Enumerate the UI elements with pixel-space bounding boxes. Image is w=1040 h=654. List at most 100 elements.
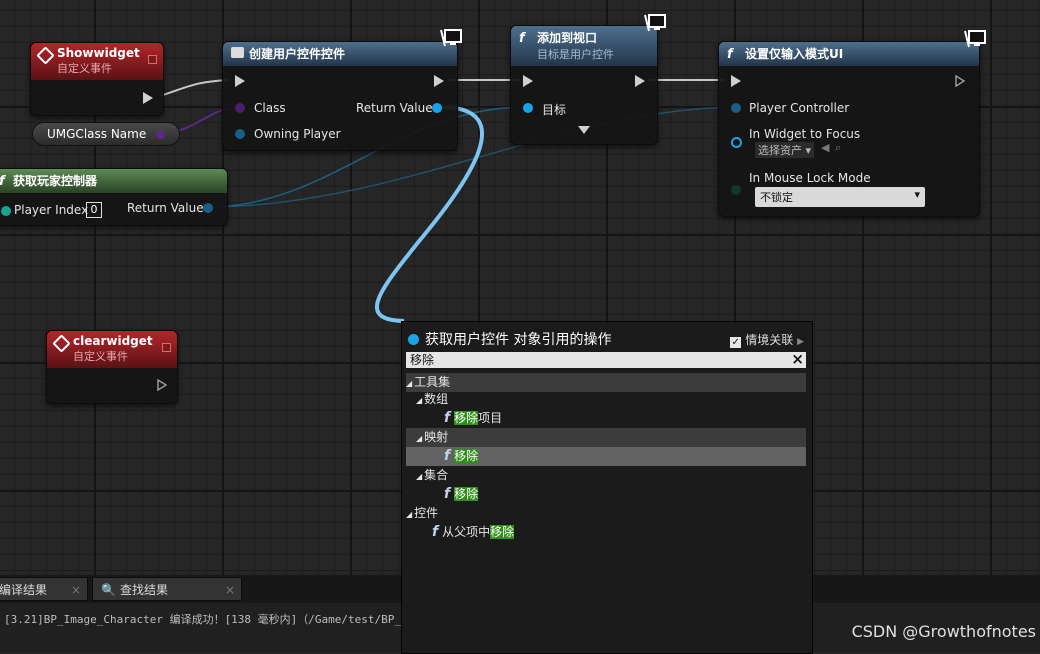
return-value-pin[interactable] (203, 203, 213, 213)
category-label: 映射 (424, 430, 449, 444)
player-controller-pin[interactable] (731, 103, 741, 113)
exec-in-pin[interactable] (731, 75, 741, 87)
browse-arrow-icon[interactable]: ◀ (821, 141, 829, 154)
pin-label-class: Class (254, 101, 286, 115)
tree-category-map[interactable]: ◢ 映射 (406, 428, 806, 447)
function-icon: f (444, 486, 451, 502)
player-index-pin[interactable] (1, 206, 11, 216)
dropdown-value: 不锁定 (760, 191, 793, 204)
tree-item-map-remove[interactable]: f 移除 (406, 447, 806, 466)
node-header: f 添加到视口 目标是用户控件 (511, 26, 657, 66)
showwidget-event-node[interactable]: Showwidget 自定义事件 (30, 42, 164, 116)
target-pin[interactable] (523, 103, 533, 113)
node-header: f 设置仅输入模式UI (719, 42, 979, 66)
collapse-triangle-icon: ◢ (406, 379, 413, 388)
pin-label-return: Return Value (356, 101, 433, 115)
pin-label-owning: Owning Player (254, 127, 341, 141)
widget-icon (231, 47, 244, 58)
get-player-controller-node[interactable]: f 获取玩家控制器 Player Index 0 Return Value (0, 168, 228, 226)
widget-focus-pin[interactable] (731, 137, 742, 148)
player-index-input[interactable]: 0 (86, 202, 102, 218)
exec-out-pin[interactable] (635, 75, 645, 87)
category-label: 集合 (424, 468, 449, 482)
tree-item-array-remove[interactable]: f 移除项目 (406, 409, 806, 428)
match-highlight: 移除 (454, 487, 479, 501)
function-icon: f (727, 47, 733, 62)
tree-item-set-remove[interactable]: f 移除 (406, 485, 806, 504)
item-label: 项目 (478, 411, 503, 425)
category-label: 数组 (424, 392, 449, 406)
umgclass-variable-node[interactable]: UMGClass Name (32, 122, 181, 146)
exec-in-pin[interactable] (235, 75, 245, 87)
mouse-lock-dropdown[interactable]: 不锁定 ▾ (755, 187, 925, 207)
node-subtitle: 自定义事件 (57, 62, 112, 75)
exec-out-pin[interactable] (434, 75, 444, 87)
function-icon: f (444, 410, 451, 426)
node-header: f 获取玩家控制器 (0, 169, 227, 193)
collapse-triangle-icon: ◢ (416, 434, 423, 443)
context-label: 情境关联 (745, 333, 794, 347)
watermark: CSDN @Growthofnotes (851, 622, 1036, 641)
event-diamond-icon (36, 46, 55, 65)
owning-player-pin[interactable] (235, 129, 245, 139)
category-label: 控件 (414, 506, 439, 520)
delegate-pin-icon[interactable] (148, 55, 157, 64)
node-title: 设置仅输入模式UI (745, 47, 844, 61)
tab-find-results[interactable]: 🔍 查找结果 × (92, 577, 242, 601)
menu-title: 获取用户控件 对象引用的操作 (408, 329, 611, 349)
checkbox[interactable]: ✓ (730, 337, 742, 348)
exec-in-pin[interactable] (523, 75, 533, 87)
function-icon: f (519, 31, 525, 46)
tab-compiler-results[interactable]: 编译结果 × (0, 577, 88, 601)
return-value-pin[interactable] (432, 103, 442, 113)
collapse-triangle-icon: ◢ (416, 472, 423, 481)
tab-label: 查找结果 (119, 583, 168, 597)
node-subtitle: 自定义事件 (73, 350, 128, 363)
search-input[interactable]: 移除 × (406, 351, 806, 368)
context-sensitive-toggle[interactable]: ✓ 情境关联 ▶ (730, 331, 804, 348)
asset-picker[interactable]: 选择资产 ▾ (755, 142, 815, 158)
tree-item-remove-from-parent[interactable]: f 从父项中移除 (406, 523, 806, 542)
dropdown-arrow-icon: ▾ (914, 188, 920, 201)
node-subtitle: 目标是用户控件 (537, 48, 614, 61)
clear-search-icon[interactable]: × (791, 351, 804, 367)
tree-category-array[interactable]: ◢ 数组 (406, 390, 806, 409)
mouse-lock-pin[interactable] (731, 185, 741, 195)
chevron-right-icon: ▶ (797, 337, 804, 347)
asset-picker-value: 选择资产 (758, 144, 802, 157)
variable-label: UMGClass Name (47, 127, 147, 141)
exec-out-pin[interactable] (955, 75, 965, 87)
clearwidget-event-node[interactable]: clearwidget 自定义事件 (46, 330, 178, 404)
event-diamond-icon (52, 334, 71, 353)
close-icon[interactable]: × (71, 578, 81, 602)
delegate-pin-icon[interactable] (162, 343, 171, 352)
expand-arrow-icon[interactable] (578, 126, 590, 134)
match-highlight: 移除 (454, 411, 479, 425)
pin-label-return: Return Value (127, 201, 204, 215)
set-input-mode-ui-node[interactable]: f 设置仅输入模式UI Player Controller In Widget … (718, 41, 980, 217)
search-value: 移除 (410, 353, 435, 367)
object-pin-icon (408, 334, 419, 345)
tree-category-widget[interactable]: ◢ 控件 (406, 504, 806, 523)
exec-wire (159, 79, 229, 97)
node-title: 添加到视口 (537, 31, 598, 45)
class-pin[interactable] (235, 103, 245, 113)
function-icon: f (432, 524, 439, 540)
category-label: 工具集 (414, 375, 451, 389)
exec-out-pin[interactable] (157, 379, 167, 391)
pin-label-widget-focus: In Widget to Focus (749, 127, 861, 141)
network-monitor-icon (964, 30, 986, 48)
menu-title-text: 获取用户控件 对象引用的操作 (425, 332, 612, 348)
create-widget-node[interactable]: 创建用户控件控件 Class Return Value Owning Playe… (222, 41, 458, 151)
class-pin[interactable] (156, 130, 166, 139)
tree-category-set[interactable]: ◢ 集合 (406, 466, 806, 485)
close-icon[interactable]: × (225, 578, 235, 602)
tab-label: 编译结果 (0, 583, 48, 597)
context-action-menu[interactable]: 获取用户控件 对象引用的操作 ✓ 情境关联 ▶ 移除 × ◢ 工具集 ◢ 数组 f 移除项… (401, 321, 813, 654)
network-monitor-icon (644, 14, 666, 32)
exec-out-pin[interactable] (143, 92, 153, 104)
item-label: 从父项中 (442, 525, 491, 539)
search-icon[interactable]: ⌕ (835, 141, 841, 155)
node-title: Showwidget (57, 46, 140, 60)
add-to-viewport-node[interactable]: f 添加到视口 目标是用户控件 目标 (510, 25, 658, 145)
